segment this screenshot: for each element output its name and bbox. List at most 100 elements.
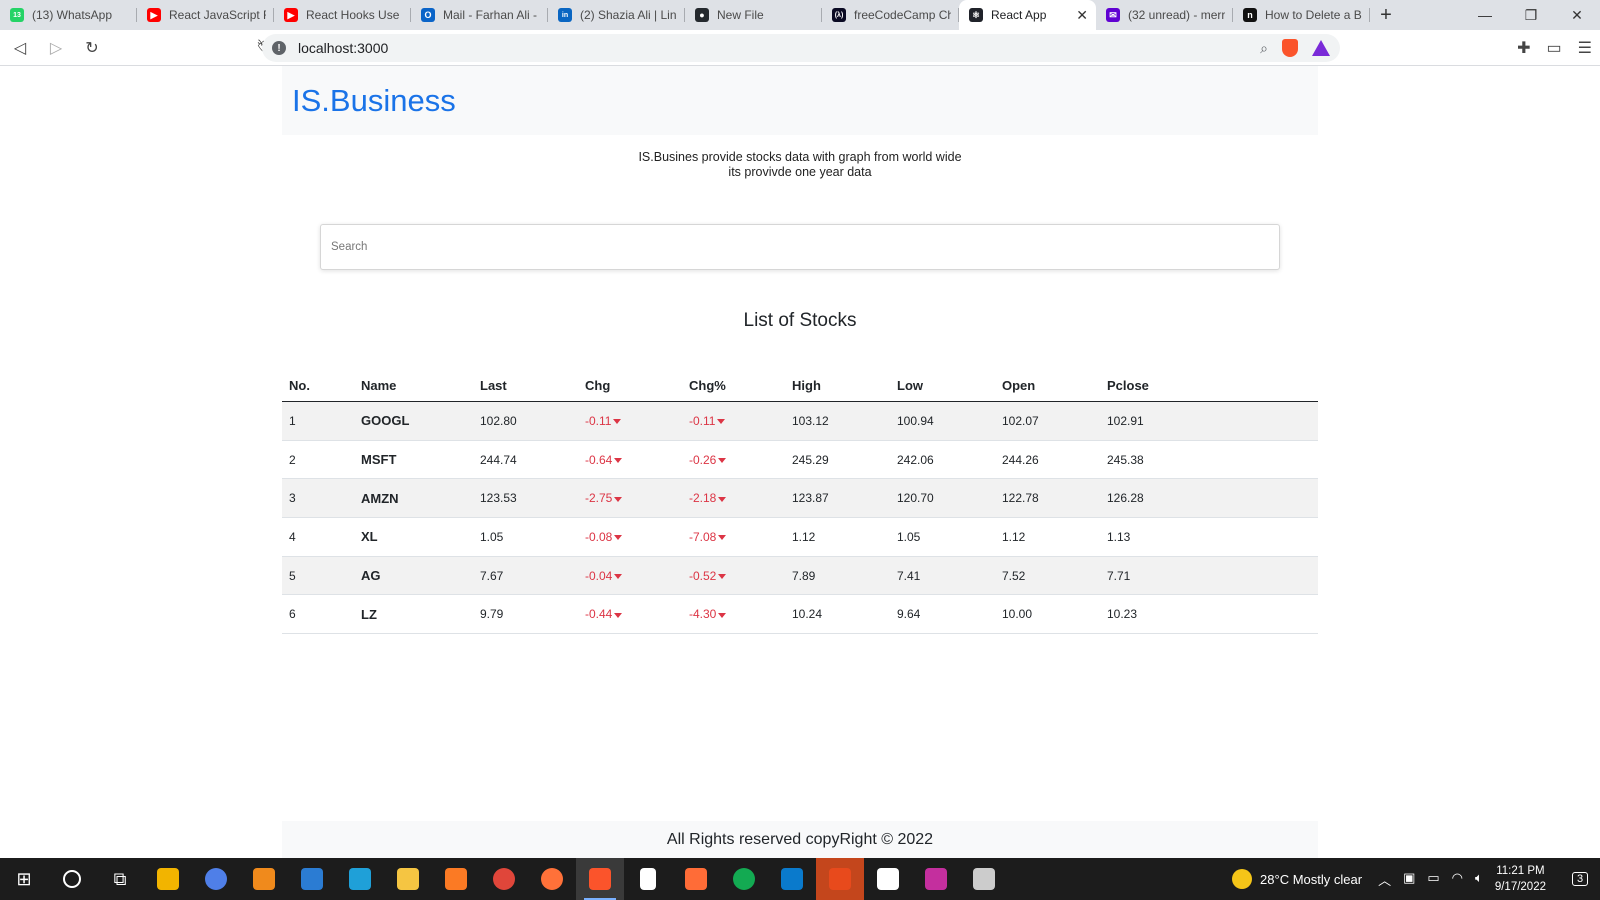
address-bar[interactable]: ! localhost:3000 ⌕ (262, 34, 1340, 62)
table-cell-last: 102.80 (473, 401, 578, 441)
caret-down-icon (718, 457, 727, 463)
tab-title: (2) Shazia Ali | Link (580, 8, 677, 22)
chevron-up-icon[interactable]: ︿ (1378, 870, 1391, 889)
table-cell-last: 123.53 (473, 478, 578, 519)
vscode-icon[interactable] (768, 858, 816, 900)
table-cell-chgp: -4.30 (682, 594, 785, 635)
linkedin-icon: in (558, 8, 572, 22)
postman-icon[interactable] (672, 858, 720, 900)
wifi-icon[interactable]: ◠ (1452, 870, 1463, 889)
meet-now-icon[interactable]: ▣ (1403, 870, 1415, 889)
firefox-icon[interactable] (528, 858, 576, 900)
freecodecamp-icon: (λ) (832, 8, 846, 22)
close-tab-icon[interactable]: ✕ (1076, 7, 1088, 24)
brave-rewards-icon[interactable] (1312, 40, 1330, 56)
change-value: -0.11 (689, 413, 716, 428)
caret-down-icon (718, 573, 727, 579)
brand-link[interactable]: IS.Business (292, 83, 456, 118)
mail-icon[interactable] (288, 858, 336, 900)
browser-tab-strip: 13 (13) WhatsApp ▶ React JavaScript Fr ▶ Reac… (0, 0, 1600, 30)
copyright-text: All Rights reserved copyRight © 2022 (666, 831, 934, 848)
table-cell-chg: -0.44 (578, 594, 682, 635)
new-tab-icon[interactable]: + (1370, 0, 1402, 30)
caret-down-icon (718, 496, 727, 502)
table-cell-no: 5 (282, 556, 354, 596)
clock[interactable]: 11:21 PM 9/17/2022 (1495, 863, 1546, 895)
chromium-icon-glyph (205, 868, 227, 890)
zoom-icon[interactable]: ⌕ (1260, 40, 1268, 57)
table-cell-open: 102.07 (995, 401, 1100, 441)
search-input[interactable] (320, 224, 1280, 270)
navbar: IS.Business (282, 66, 1318, 135)
table-row[interactable]: 5 AG 7.67 -0.04 -0.52 7.89 7.41 7.52 7.71 (282, 556, 1318, 596)
about-line-1: IS.Busines provide stocks data with grap… (638, 150, 962, 164)
browser-tab[interactable]: ▶ React Hooks Use Io (274, 0, 411, 30)
table-cell-no: 3 (282, 478, 354, 519)
table-cell-chg: -0.08 (578, 517, 682, 557)
chromium-icon[interactable] (192, 858, 240, 900)
close-window-icon[interactable]: ✕ (1554, 0, 1600, 30)
browser-tab[interactable]: O Mail - Farhan Ali - (411, 0, 548, 30)
xampp-icon[interactable] (432, 858, 480, 900)
volume-icon[interactable]: 🔈︎ (1475, 870, 1483, 889)
store-icon[interactable] (144, 858, 192, 900)
wps-office-icon[interactable] (816, 858, 864, 900)
change-value: -0.26 (689, 452, 717, 467)
change-value: -0.44 (585, 607, 613, 622)
table-cell-pclose: 1.13 (1100, 517, 1318, 557)
brave-shields-icon[interactable] (1282, 39, 1298, 57)
browser-tab[interactable]: ▶ React JavaScript Fr (137, 0, 274, 30)
forward-icon[interactable]: ▷ (40, 32, 72, 64)
site-info-icon[interactable]: ! (272, 41, 286, 55)
table-cell-chgp: -2.18 (682, 478, 785, 519)
menu-icon[interactable]: ☰ (1578, 38, 1592, 58)
browser-tab[interactable]: (λ) freeCodeCamp Ch (822, 0, 959, 30)
mongodb-compass-icon[interactable] (720, 858, 768, 900)
chrome-icon[interactable] (480, 858, 528, 900)
terminal-icon[interactable] (960, 858, 1008, 900)
wallet-icon[interactable]: ▭ (1547, 38, 1562, 58)
start-icon[interactable]: ⊞ (0, 858, 48, 900)
table-row[interactable]: 3 AMZN 123.53 -2.75 -2.18 123.87 120.70 122.78 1… (282, 478, 1318, 519)
table-cell-low: 242.06 (890, 440, 995, 480)
battery-icon[interactable]: ▭ (1427, 870, 1439, 889)
restore-icon[interactable]: ❐ (1508, 0, 1554, 30)
table-cell-no: 6 (282, 594, 354, 635)
column-header: Pclose (1100, 368, 1318, 402)
table-row[interactable]: 6 LZ 9.79 -0.44 -4.30 10.24 9.64 10.00 10.23 (282, 594, 1318, 635)
table-cell-no: 2 (282, 440, 354, 480)
table-row[interactable]: 1 GOOGL 102.80 -0.11 -0.11 103.12 100.94 102.07… (282, 401, 1318, 441)
browser-toolbar: ◁ ▷ ↻ 🔖︎ ! localhost:3000 ⌕ ✚ ▭ ☰ (0, 30, 1600, 66)
change-value: -2.75 (585, 491, 613, 506)
settings-icon[interactable] (864, 858, 912, 900)
browser-tab[interactable]: ⚛ React App ✕ (959, 0, 1096, 30)
table-row[interactable]: 2 MSFT 244.74 -0.64 -0.26 245.29 242.06 244.26 2… (282, 440, 1318, 480)
change-value: -0.04 (585, 568, 613, 583)
stocks-table-body: 1 GOOGL 102.80 -0.11 -0.11 103.12 100.94 102.07… (282, 401, 1318, 635)
browser-tab[interactable]: 13 (13) WhatsApp (0, 0, 137, 30)
browser-tab[interactable]: n How to Delete a Br (1233, 0, 1370, 30)
weather-icon[interactable] (1232, 869, 1253, 889)
git-icon[interactable] (912, 858, 960, 900)
browser-tab[interactable]: in (2) Shazia Ali | Link (548, 0, 685, 30)
caret-down-icon (614, 457, 623, 463)
file-explorer-icon[interactable] (384, 858, 432, 900)
weather-text[interactable]: 28°C Mostly clear (1260, 872, 1362, 887)
cortana-icon[interactable] (48, 858, 96, 900)
column-header: High (785, 368, 890, 402)
edge-icon[interactable] (336, 858, 384, 900)
vlc-icon[interactable] (240, 858, 288, 900)
about-text: IS.Busines provide stocks data with grap… (0, 150, 1600, 180)
minimize-icon[interactable]: — (1462, 0, 1508, 30)
browser-tab[interactable]: ● New File (685, 0, 822, 30)
reload-icon[interactable]: ↻ (76, 32, 108, 64)
browser-tab[interactable]: ✉ (32 unread) - merr (1096, 0, 1233, 30)
notepad-icon[interactable] (624, 858, 672, 900)
back-icon[interactable]: ◁ (4, 32, 36, 64)
brave-icon[interactable] (576, 858, 624, 900)
notification-center-icon[interactable]: 3 (1560, 858, 1600, 900)
task-view-icon[interactable]: ⧉ (96, 858, 144, 900)
taskbar: ⊞ ⧉ 28°C Mostly clear ︿ ▣ ▭ ◠ 🔈︎ 11:21 PM… (0, 858, 1600, 900)
extensions-icon[interactable]: ✚ (1517, 38, 1530, 58)
table-row[interactable]: 4 XL 1.05 -0.08 -7.08 1.12 1.05 1.12 1.13 (282, 517, 1318, 557)
